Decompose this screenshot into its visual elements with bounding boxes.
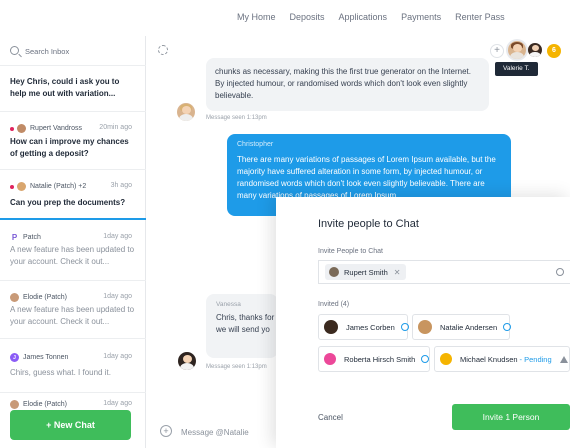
conversation-preview: How can i improve my chances of getting … <box>10 137 129 158</box>
message-sender: Vanessa <box>216 301 241 308</box>
avatar <box>178 352 196 370</box>
conversation-time: 3h ago <box>110 182 132 189</box>
conversation-item-active[interactable]: Natalie (Patch) +2 3h ago Can you prep t… <box>0 170 146 220</box>
new-chat-button[interactable]: + New Chat <box>10 410 131 440</box>
conversation-preview: A new feature has been updated to your a… <box>10 245 135 266</box>
nav-link-payments[interactable]: Payments <box>401 12 441 22</box>
conversation-time: 1day ago <box>103 233 132 240</box>
check-circle-icon <box>503 323 512 331</box>
participants-count-badge[interactable]: 6 <box>547 44 561 58</box>
conversation-meta: J James Tonnen <box>10 353 68 362</box>
message-sender: Christopher <box>237 141 274 148</box>
avatar <box>17 124 26 133</box>
conversation-preview: A new feature has been updated to your a… <box>10 305 135 326</box>
search-icon <box>556 268 564 276</box>
unread-dot-icon <box>10 184 14 189</box>
avatar <box>440 353 452 365</box>
search-icon <box>10 46 19 55</box>
invite-button[interactable]: Invite 1 Person <box>452 404 570 430</box>
conversation-time: 1day ago <box>103 400 132 407</box>
conversation-sender: Elodie (Patch) <box>23 401 67 408</box>
invitee-name: James Corben <box>346 322 395 332</box>
conversation-item[interactable]: J James Tonnen 1day ago Chirs, guess wha… <box>0 339 146 393</box>
nav-link-deposits[interactable]: Deposits <box>290 12 325 22</box>
pending-status: - Pending <box>519 354 552 364</box>
message-text: Chris, thanks for determine if eve we wi… <box>216 313 278 334</box>
invitee-name: Michael Knudsen <box>460 354 518 364</box>
conversation-time: 20min ago <box>99 124 132 131</box>
search-inbox[interactable]: Search Inbox <box>0 36 146 66</box>
avatar <box>177 103 195 121</box>
invitee-card[interactable]: Roberta Hirsch Smith <box>318 346 430 372</box>
avatar[interactable] <box>528 43 542 57</box>
conversation-preview: Can you prep the documents? <box>10 198 126 207</box>
unread-dot-icon <box>10 126 14 131</box>
avatar: J <box>10 353 19 362</box>
conversation-item[interactable]: Hey Chris, could i ask you to help me ou… <box>0 66 146 112</box>
conversation-preview: Chirs, guess what. I found it. <box>10 368 111 377</box>
avatar <box>17 182 26 191</box>
add-attachment-button[interactable]: + <box>160 425 172 437</box>
conversation-preview: Hey Chris, could i ask you to help me ou… <box>10 77 120 98</box>
cancel-button[interactable]: Cancel <box>318 413 343 422</box>
warning-icon <box>559 355 568 363</box>
conversation-sender: Natalie (Patch) +2 <box>30 183 87 190</box>
close-icon[interactable]: ✕ <box>394 268 401 277</box>
conversation-meta: Elodie (Patch) <box>10 293 67 302</box>
invitee-name: Natalie Andersen <box>440 322 498 332</box>
message-input[interactable]: Message @Natalie <box>181 428 249 437</box>
conversation-meta: Elodie (Patch) <box>10 400 67 409</box>
avatar-tooltip: Valerie T. <box>495 62 538 76</box>
add-participant-button[interactable]: + <box>490 44 504 58</box>
avatar <box>324 353 336 365</box>
invite-modal: Invite people to Chat Invite People to C… <box>276 197 570 448</box>
avatar <box>418 320 432 334</box>
message-bubble: Vanessa Chris, thanks for determine if e… <box>206 294 278 358</box>
conversation-item[interactable]: Rupert Vandross 20min ago How can i impr… <box>0 112 146 170</box>
invitee-card[interactable]: Michael Knudsen - Pending <box>434 346 570 372</box>
conversation-sender: Rupert Vandross <box>30 125 83 132</box>
gear-icon[interactable] <box>158 45 168 55</box>
selected-person-chip[interactable]: Rupert Smith ✕ <box>325 264 407 280</box>
conversation-time: 1day ago <box>103 353 132 360</box>
nav-link-applications[interactable]: Applications <box>339 12 388 22</box>
avatar[interactable] <box>508 41 526 59</box>
chip-label: Rupert Smith <box>344 267 388 277</box>
invitee-name: Roberta Hirsch Smith <box>344 354 416 364</box>
invitee-card[interactable]: Natalie Andersen <box>412 314 512 340</box>
avatar <box>10 293 19 302</box>
top-navigation: My Home Deposits Applications Payments R… <box>0 0 570 36</box>
inbox-sidebar: Search Inbox Hey Chris, could i ask you … <box>0 36 146 448</box>
message-text: There are many variations of passages of… <box>237 155 496 200</box>
avatar <box>324 320 338 334</box>
conversation-item[interactable]: Elodie (Patch) 1day ago A new feature ha… <box>0 281 146 339</box>
invite-people-input[interactable]: Rupert Smith ✕ <box>318 260 570 284</box>
avatar <box>10 400 19 409</box>
modal-title: Invite people to Chat <box>318 218 419 230</box>
check-circle-icon <box>400 323 409 331</box>
message-seen-status: Message seen 1:13pm <box>206 364 267 370</box>
nav-link-my-home[interactable]: My Home <box>237 12 276 22</box>
conversation-sender: Elodie (Patch) <box>23 294 67 301</box>
avatar <box>329 267 339 277</box>
message-bubble: chunks as necessary, making this the fir… <box>206 58 489 111</box>
search-input[interactable]: Search Inbox <box>25 47 69 56</box>
conversation-meta: Rupert Vandross <box>10 124 82 133</box>
invited-count-label: Invited (4) <box>318 301 350 308</box>
invitee-card[interactable]: James Corben <box>318 314 409 340</box>
nav-links: My Home Deposits Applications Payments R… <box>237 12 505 22</box>
patch-logo-icon: P <box>10 233 19 242</box>
conversation-sender: Patch <box>23 234 41 241</box>
message-seen-status: Message seen 1:13pm <box>206 115 267 121</box>
conversation-time: 1day ago <box>103 293 132 300</box>
check-circle-icon <box>421 355 430 363</box>
conversation-meta: Natalie (Patch) +2 <box>10 182 86 191</box>
conversation-item[interactable]: P Patch 1day ago A new feature has been … <box>0 221 146 281</box>
conversation-sender: James Tonnen <box>23 354 69 361</box>
conversation-meta: P Patch <box>10 233 41 242</box>
invite-field-label: Invite People to Chat <box>318 248 383 255</box>
nav-link-renter-pass[interactable]: Renter Pass <box>455 12 505 22</box>
